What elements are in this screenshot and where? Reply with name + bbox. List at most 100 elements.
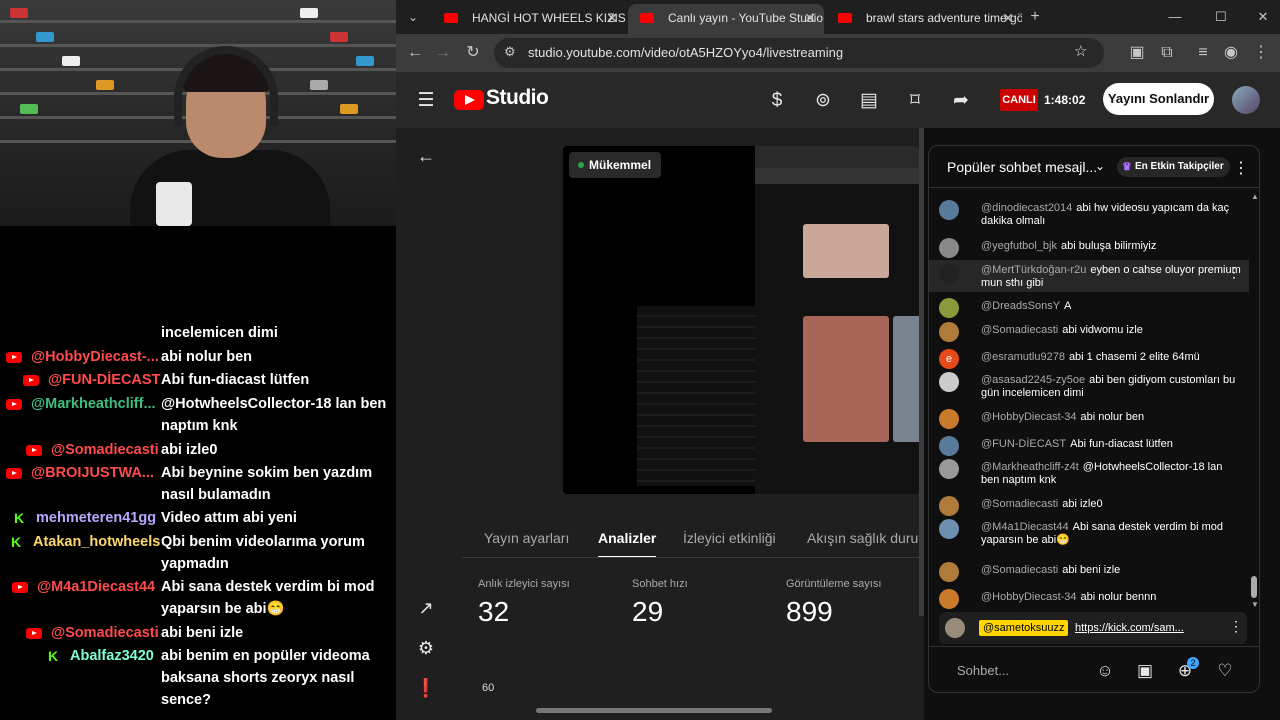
chevron-down-icon[interactable]: ⌄ — [1095, 159, 1105, 173]
chat-author[interactable]: @DreadsSonsY — [981, 300, 1060, 312]
chat-author[interactable]: @Markheathcliff-z4t — [981, 461, 1079, 473]
super-chat-icon[interactable]: ⊚ — [810, 88, 836, 114]
browser-tab[interactable]: HANGİ HOT WHEELS KIZISIN?? ✕ — [432, 4, 626, 34]
youtube-favicon — [838, 13, 852, 23]
overlay-chat-line: @M4a1Diecast44 Abi sana destek verdim bi… — [0, 576, 396, 620]
bookmark-icon[interactable]: ⌑ — [902, 88, 928, 114]
chat-mode-dropdown[interactable]: Popüler sohbet mesajl... — [947, 146, 1097, 188]
chat-menu-kebab-icon[interactable]: ⋮ — [1233, 158, 1249, 178]
preview-tabbar — [755, 146, 919, 168]
hamburger-menu-icon[interactable]: ☰ — [413, 88, 439, 114]
chat-message-body: @Somadiecasti abi vidwomu izle — [981, 324, 1241, 337]
stream-chat-overlay: incelemicen dimi @HobbyDiecast-... abi n… — [0, 226, 396, 720]
profile-icon[interactable]: ◉ — [1218, 40, 1244, 66]
bookmark-star-icon[interactable]: ☆ — [1074, 42, 1087, 60]
chat-input-field[interactable]: Sohbet... — [957, 663, 1009, 678]
pinned-message[interactable]: @sametoksuuzz https://kick.com/sam... ⋮ — [939, 612, 1247, 644]
close-window-button[interactable]: ✕ — [1250, 4, 1276, 30]
overlay-chat-line: @FUN-DİECAST Abi fun-diacast lütfen — [0, 369, 396, 391]
clapper-icon[interactable]: ▤ — [856, 88, 882, 114]
site-info-icon[interactable]: ⚙ — [504, 44, 516, 60]
close-tab-icon[interactable]: ✕ — [804, 4, 816, 32]
end-stream-button[interactable]: Yayını Sonlandır — [1103, 83, 1214, 115]
youtube-favicon — [640, 13, 654, 23]
tab-viewer-activity[interactable]: İzleyici etkinliği — [683, 518, 776, 557]
chat-author[interactable]: @Somadiecasti — [981, 498, 1058, 510]
youtube-logo-icon — [454, 90, 484, 110]
avatar — [945, 618, 965, 638]
puzzle-icon[interactable]: ⧉ — [1154, 40, 1180, 66]
chat-author[interactable]: @Somadiecasti — [981, 564, 1058, 576]
emoji-icon[interactable]: ☺ — [1093, 659, 1117, 683]
chat-message-body: @Somadiecasti abi beni izle — [981, 564, 1241, 577]
horizontal-scrollbar[interactable] — [536, 708, 772, 713]
browser-tab[interactable]: brawl stars adventure time gön ✕ — [826, 4, 1022, 34]
tab-search-icon[interactable]: ⌄ — [400, 4, 426, 30]
chat-text: abi izle0 — [1062, 498, 1103, 510]
media-icon[interactable]: ≡ — [1190, 40, 1216, 66]
chat-author[interactable]: @HobbyDiecast-34 — [981, 591, 1077, 603]
extension-icon[interactable]: ▣ — [1124, 40, 1150, 66]
chat-author[interactable]: @yegfutbol_bjk — [981, 240, 1057, 252]
browser-tab-active[interactable]: Canlı yayın - YouTube Studio ✕ — [628, 4, 824, 34]
avatar — [939, 562, 959, 582]
chat-message-body: @DreadsSonsY A — [981, 300, 1241, 313]
chat-rate-value: 29 — [632, 596, 664, 627]
studio-left-rail: ← ↗ ⚙ ❗ — [396, 128, 456, 720]
youtube-icon — [26, 445, 42, 456]
maximize-button[interactable]: ☐ — [1208, 4, 1234, 30]
analytics-panel: Yayın ayarları Analizler İzleyici etkinl… — [456, 518, 924, 720]
chat-message[interactable]: @MertTürkdoğan-r2u eyben o cahse oluyor p… — [929, 260, 1249, 292]
chat-author[interactable]: @asasad2245-zy5oe — [981, 374, 1085, 386]
message-menu-kebab-icon[interactable]: ⋮ — [1227, 265, 1241, 279]
account-avatar[interactable] — [1232, 86, 1260, 114]
avatar — [939, 409, 959, 429]
tab-stream-settings[interactable]: Yayın ayarları — [484, 518, 569, 557]
close-tab-icon[interactable]: ✕ — [1002, 4, 1014, 32]
youtube-icon — [12, 582, 28, 593]
chat-text: abi nolur bennn — [1080, 591, 1157, 603]
main-vertical-scrollbar[interactable] — [919, 128, 924, 616]
address-bar[interactable]: ⚙ studio.youtube.com/video/otA5HZOYyo4/l… — [494, 38, 1104, 68]
chat-author[interactable]: @HobbyDiecast-34 — [981, 411, 1077, 423]
minimize-button[interactable]: — — [1162, 4, 1188, 30]
pinned-menu-kebab-icon[interactable]: ⋮ — [1229, 618, 1243, 635]
avatar — [939, 238, 959, 258]
super-chat-icon[interactable]: ▣ — [1133, 659, 1157, 683]
notification-badge: 2 — [1187, 657, 1199, 669]
feedback-icon[interactable]: ❗ — [414, 676, 438, 700]
chat-message-body: @M4a1Diecast44 Abi sana destek verdim bi … — [981, 521, 1241, 547]
top-fans-button[interactable]: En Etkin Takipçiler — [1117, 157, 1230, 177]
tab-stream-health[interactable]: Akışın sağlık durumu — [807, 518, 924, 557]
share-icon[interactable]: ➦ — [948, 88, 974, 114]
close-tab-icon[interactable]: ✕ — [606, 4, 618, 32]
chat-author[interactable]: @esramutlu9278 — [981, 351, 1065, 363]
forward-icon[interactable]: → — [430, 40, 456, 66]
chat-author[interactable]: @Somadiecasti — [981, 324, 1058, 336]
pop-out-icon[interactable]: ↗ — [414, 596, 438, 620]
menu-kebab-icon[interactable]: ⋮ — [1248, 40, 1274, 66]
monetization-icon[interactable]: $ — [764, 88, 790, 114]
pinned-link[interactable]: https://kick.com/sam... — [1075, 620, 1184, 636]
chat-scrollbar[interactable]: ▲ ▼ — [1251, 192, 1259, 609]
concurrent-viewers-label: Anlık izleyici sayısı — [478, 578, 570, 590]
kick-icon: K — [48, 648, 59, 664]
chat-author[interactable]: @dinodiecast2014 — [981, 202, 1072, 214]
chat-author[interactable]: @M4a1Diecast44 — [981, 521, 1069, 533]
chat-author[interactable]: @FUN-DİECAST — [981, 438, 1066, 450]
overlay-chat-line: @Somadiecasti abi izle0 — [0, 439, 396, 461]
reload-icon[interactable]: ↻ — [460, 40, 486, 66]
overlay-chat-line: K Atakan_hotwheels Qbi benim videolarıma… — [11, 534, 365, 572]
chart-axis-tick: 60 — [482, 682, 495, 694]
back-icon[interactable]: ← — [402, 40, 428, 66]
back-arrow-icon[interactable]: ← — [414, 144, 438, 168]
chat-scroll-thumb[interactable] — [1251, 576, 1257, 598]
new-tab-button[interactable]: + — [1022, 4, 1048, 30]
chat-text: A — [1064, 300, 1072, 312]
chat-rate-label: Sohbet hızı — [632, 578, 688, 590]
chat-author[interactable]: @MertTürkdoğan-r2u — [981, 264, 1086, 276]
tab-analytics[interactable]: Analizler — [598, 518, 657, 557]
settings-gear-icon[interactable]: ⚙ — [414, 636, 438, 660]
studio-logo-text: Studio — [486, 86, 549, 109]
heart-icon[interactable]: ♡ — [1213, 659, 1237, 683]
